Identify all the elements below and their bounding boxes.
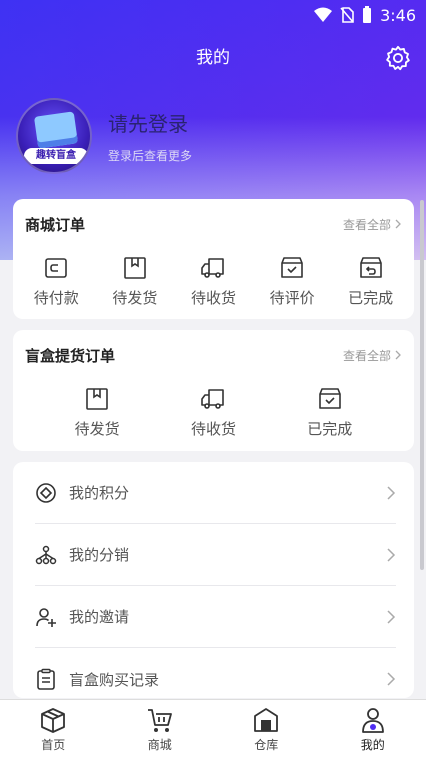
chevron-right-icon [387,547,396,562]
chevron-right-icon [387,609,396,624]
menu-list: 我的积分 我的分销 我的邀请 盲盒购买记录 [13,462,414,698]
chevron-right-icon [395,350,401,360]
blindbox-completed[interactable]: 已完成 [280,366,380,439]
blindbox-pending-shipment[interactable]: 待发货 [47,366,147,439]
tab-home[interactable]: 首页 [13,706,93,753]
battery-icon [363,6,372,23]
order-completed[interactable]: 已完成 [331,235,410,308]
mall-orders-card: 商城订单 查看全部 待付款 待发货 待收货 待评价 已完成 [13,199,414,319]
tab-label: 商城 [147,738,172,752]
user-icon [361,708,384,733]
avatar[interactable]: 趣转盲盒 [16,98,92,174]
chevron-right-icon [395,219,401,229]
wallet-icon [45,258,68,278]
blindbox-pending-receipt[interactable]: 待收货 [163,366,263,439]
check-box-icon [319,388,341,409]
mall-orders-title: 商城订单 [25,215,86,234]
tab-mine[interactable]: 我的 [333,706,413,753]
order-label: 待发货 [112,289,158,307]
login-prompt[interactable]: 请先登录 [108,108,192,137]
clipboard-icon [37,668,55,690]
order-pending-review[interactable]: 待评价 [253,235,332,308]
scrollbar[interactable] [420,200,424,570]
chevron-right-icon [387,485,396,500]
profile-section[interactable]: 趣转盲盒 请先登录 登录后查看更多 [16,98,192,174]
box-icon [124,257,146,279]
tab-label: 仓库 [254,738,279,752]
blindbox-orders-view-all[interactable]: 查看全部 [343,347,402,364]
truck-icon [201,389,225,409]
points-icon [36,482,56,503]
avatar-logo-text: 趣转盲盒 [24,148,88,164]
order-label: 待收货 [190,289,236,307]
view-all-label: 查看全部 [342,348,391,363]
review-box-icon [281,257,303,278]
invite-user-icon [36,607,56,627]
login-subtitle: 登录后查看更多 [108,149,193,163]
bottom-tab-bar: 首页 商城 仓库 我的 [0,699,426,759]
wifi-icon [314,7,333,22]
view-all-label: 查看全部 [342,217,391,232]
tab-mall[interactable]: 商城 [120,706,200,753]
truck-icon [201,258,225,278]
order-label: 已完成 [307,420,353,438]
tab-label: 首页 [41,738,66,752]
cart-icon [147,709,172,732]
menu-item-invite[interactable]: 我的邀请 [35,586,396,648]
menu-item-label: 我的分销 [69,546,130,564]
order-label: 待评价 [269,289,315,307]
home-box-icon [41,708,66,733]
menu-item-label: 我的邀请 [69,608,130,626]
return-box-icon [359,257,382,278]
order-label: 待收货 [190,420,236,438]
order-label: 待发货 [74,420,120,438]
blindbox-orders-card: 盲盒提货订单 查看全部 待发货 待收货 已完成 [13,330,414,451]
status-time: 3:46 [380,5,416,25]
settings-gear-icon[interactable] [384,44,412,72]
box-icon [86,388,108,410]
page-title: 我的 [196,48,230,68]
menu-item-distribution[interactable]: 我的分销 [35,524,396,586]
tab-warehouse[interactable]: 仓库 [226,706,306,753]
order-pending-receipt[interactable]: 待收货 [174,235,253,308]
order-pending-payment[interactable]: 待付款 [17,235,96,308]
blindbox-orders-title: 盲盒提货订单 [25,346,116,365]
distribution-icon [35,545,57,564]
menu-item-points[interactable]: 我的积分 [35,462,396,524]
order-label: 已完成 [348,289,394,307]
mall-orders-view-all[interactable]: 查看全部 [343,216,402,233]
menu-item-label: 盲盒购买记录 [69,670,160,689]
no-sim-icon [340,7,354,23]
chevron-right-icon [387,672,396,686]
blind-box-logo-icon [33,111,79,149]
status-bar: 3:46 [0,0,426,30]
order-pending-shipment[interactable]: 待发货 [96,235,175,308]
menu-item-label: 我的积分 [69,484,130,502]
order-label: 待付款 [33,289,79,307]
warehouse-icon [254,708,279,732]
menu-item-purchase-history[interactable]: 盲盒购买记录 [35,648,396,698]
tab-label: 我的 [360,738,385,752]
